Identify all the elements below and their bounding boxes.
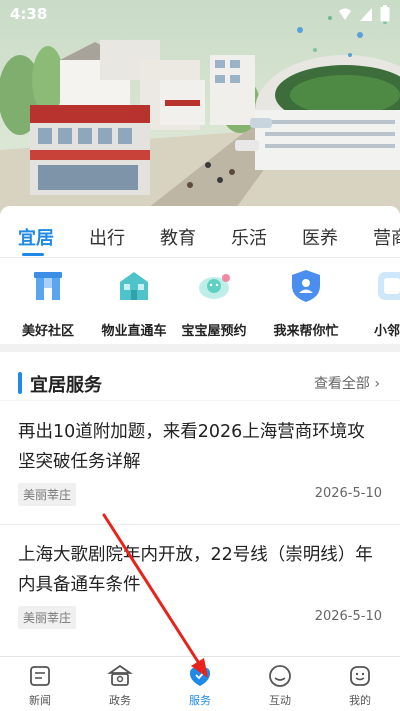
news-icon	[30, 666, 50, 686]
news-title: 上海大歌剧院年内开放，22号线（崇明线）年内具备通车条件	[18, 545, 373, 595]
quick-volunteer-label: 我来帮你忙	[273, 324, 339, 339]
property-building-icon	[120, 272, 148, 300]
category-card: 宜居 出行 教育 乐活 医养 营商 美好社区 物业直通车	[0, 206, 400, 344]
volunteer-shield-icon	[292, 270, 320, 302]
nav-government[interactable]: 政务	[80, 663, 160, 708]
category-tabs: 宜居 出行 教育 乐活 医养 营商	[0, 206, 400, 256]
baby-house-icon	[199, 274, 230, 299]
nav-news-label: 新闻	[29, 694, 51, 707]
nav-government-label: 政务	[109, 694, 131, 707]
section-title: 宜居服务	[30, 375, 102, 396]
hero-illustration	[0, 0, 400, 230]
quick-volunteer[interactable]: 我来帮你忙	[266, 266, 346, 339]
news-tag: 美丽莘庄	[18, 606, 77, 629]
tab-lehuo[interactable]: 乐活	[231, 224, 267, 250]
bottom-nav: 新闻 政务 服务 互动 我的	[0, 656, 400, 711]
tab-yiyang[interactable]: 医养	[302, 224, 338, 250]
news-date: 2026-5-10	[314, 609, 382, 624]
status-bar: 4:38	[0, 0, 400, 28]
section-divider	[0, 400, 400, 401]
news-date: 2026-5-10	[314, 486, 382, 501]
news-meta: 美丽莘庄 2026-5-10	[18, 606, 382, 629]
nav-profile[interactable]: 我的	[320, 663, 400, 708]
news-title: 再出10道附加题，来看2026上海营商环境攻坚突破任务详解	[18, 422, 365, 472]
chat-icon	[269, 665, 291, 687]
wifi-icon	[339, 8, 351, 20]
nav-interaction-label: 互动	[269, 694, 291, 707]
quick-property[interactable]: 物业直通车	[94, 266, 174, 339]
view-all-label: 查看全部	[313, 376, 370, 392]
nav-interaction[interactable]: 互动	[240, 663, 320, 708]
news-tag: 美丽莘庄	[18, 483, 77, 506]
tab-yingshang[interactable]: 营商	[373, 224, 400, 250]
profile-icon	[350, 666, 370, 686]
community-gate-icon	[34, 272, 62, 300]
nav-service[interactable]: 服务	[160, 663, 240, 708]
quick-community-label: 美好社区	[21, 324, 74, 339]
news-divider	[0, 524, 400, 525]
quick-neighbor-label: 小邻	[374, 324, 400, 339]
nav-service-label: 服务	[189, 694, 211, 707]
section-accent-bar	[18, 372, 22, 394]
service-icon	[189, 667, 211, 686]
battery-icon	[380, 5, 390, 22]
services-section: 宜居服务 查看全部 › 再出10道附加题，来看2026上海营商环境攻坚突破任务详…	[0, 352, 400, 656]
status-icons	[338, 5, 390, 22]
tab-yiju[interactable]: 宜居	[18, 224, 54, 250]
active-tab-indicator	[22, 253, 44, 256]
government-icon	[107, 664, 133, 686]
chevron-right-icon: ›	[374, 376, 380, 392]
tab-chuxing[interactable]: 出行	[89, 224, 125, 250]
news-item[interactable]: 上海大歌剧院年内开放，22号线（崇明线）年内具备通车条件 美丽莘庄 2026-5…	[18, 540, 382, 629]
status-time: 4:38	[10, 5, 48, 23]
nav-profile-label: 我的	[349, 694, 371, 707]
quick-baby-house[interactable]: 宝宝屋预约	[174, 266, 254, 339]
quick-baby-house-label: 宝宝屋预约	[181, 324, 247, 339]
neighbor-icon	[378, 272, 400, 300]
news-meta: 美丽莘庄 2026-5-10	[18, 483, 382, 506]
tabs-divider	[0, 257, 400, 258]
hero-banner[interactable]	[0, 0, 400, 230]
view-all-link[interactable]: 查看全部 ›	[314, 373, 380, 393]
signal-icon	[360, 7, 372, 21]
quick-community[interactable]: 美好社区	[8, 266, 88, 339]
quick-property-label: 物业直通车	[101, 324, 167, 339]
nav-news[interactable]: 新闻	[0, 663, 80, 708]
news-item[interactable]: 再出10道附加题，来看2026上海营商环境攻坚突破任务详解 美丽莘庄 2026-…	[18, 417, 382, 506]
quick-neighbor[interactable]: 小邻	[350, 266, 400, 339]
tab-jiaoyu[interactable]: 教育	[160, 224, 196, 250]
